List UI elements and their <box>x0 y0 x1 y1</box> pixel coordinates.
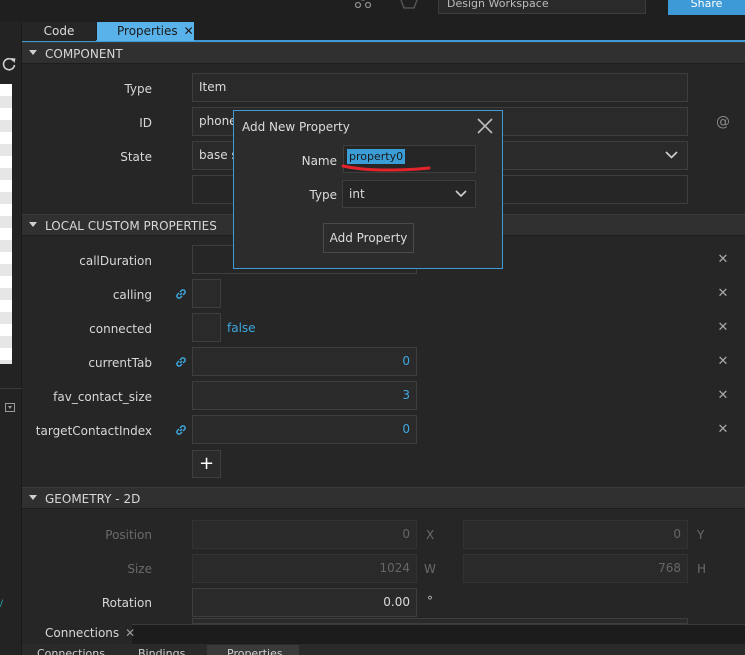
property-type-select[interactable]: int <box>342 180 476 208</box>
dialog-type-label: Type <box>309 188 337 202</box>
section-component[interactable]: COMPONENT <box>22 42 745 64</box>
position-x-field: 0 <box>192 520 417 549</box>
section-title: LOCAL CUSTOM PROPERTIES <box>45 219 217 233</box>
chevron-down-icon: ⌄ <box>622 0 634 4</box>
h-unit: H <box>697 562 707 576</box>
remove-property-icon[interactable]: ✕ <box>716 388 730 403</box>
remove-property-icon[interactable]: ✕ <box>716 320 730 335</box>
subtab-connections[interactable]: Connections <box>37 645 107 655</box>
size-label: Size <box>127 562 152 576</box>
dialog-name-label: Name <box>301 154 337 168</box>
state-label: State <box>120 150 152 164</box>
size-h-field: 768 <box>463 554 688 583</box>
remove-property-icon[interactable]: ✕ <box>716 422 730 437</box>
component-icon[interactable] <box>354 0 372 10</box>
position-label: Position <box>105 528 152 542</box>
position-y-field: 0 <box>463 520 688 549</box>
link-icon[interactable] <box>174 287 188 301</box>
link-icon[interactable] <box>174 355 188 369</box>
alias-at-icon[interactable]: @ <box>716 114 730 130</box>
add-property-button[interactable]: Add Property <box>323 223 414 253</box>
collapse-triangle-icon <box>29 495 37 500</box>
workspace-select[interactable]: Design Workspace <box>438 0 646 14</box>
link-icon[interactable] <box>174 423 188 437</box>
share-button[interactable]: Share <box>668 0 745 15</box>
chevron-down-icon <box>455 190 467 198</box>
tab-connections-label: Connections <box>45 626 120 640</box>
top-toolbar: Design Workspace ⌄ Share <box>0 0 745 22</box>
property-name-value: property0 <box>347 149 406 164</box>
section-title: GEOMETRY - 2D <box>45 492 141 506</box>
close-icon[interactable]: ✕ <box>184 24 194 38</box>
section-geometry-2d[interactable]: GEOMETRY - 2D <box>22 487 745 509</box>
prop-field-targetcontactindex[interactable]: 0 <box>192 415 417 444</box>
prop-field-fav-contact-size[interactable]: 3 <box>192 381 417 410</box>
remove-property-icon[interactable]: ✕ <box>716 286 730 301</box>
canvas-preview-strip <box>0 84 12 364</box>
prop-label-callduration: callDuration <box>79 254 152 268</box>
prop-label-calling: calling <box>112 288 152 302</box>
chevron-down-icon <box>665 151 678 159</box>
w-unit: W <box>424 562 436 576</box>
id-label: ID <box>139 116 152 130</box>
property-type-value: int <box>349 187 365 201</box>
shape-icon[interactable] <box>399 0 419 10</box>
collapse-triangle-icon <box>29 222 37 227</box>
add-new-property-dialog: Add New Property Name property0 Type int… <box>233 110 503 269</box>
close-icon[interactable] <box>475 116 495 136</box>
subtab-properties[interactable]: Properties <box>207 645 299 655</box>
remove-property-icon[interactable]: ✕ <box>716 354 730 369</box>
y-unit: Y <box>697 528 705 542</box>
tab-code[interactable]: Code <box>22 22 96 41</box>
type-field[interactable]: Item <box>192 73 688 102</box>
prop-label-currenttab: currentTab <box>88 356 152 370</box>
bottom-subtab-row <box>22 644 745 655</box>
degree-unit: ° <box>427 594 433 608</box>
dropdown-toggle-icon[interactable] <box>5 403 15 412</box>
prop-checkbox-connected[interactable] <box>192 313 221 342</box>
marker-icon: / <box>0 599 4 609</box>
prop-label-connected: connected <box>89 322 152 336</box>
x-unit: X <box>426 528 435 542</box>
rotation-field[interactable]: 0.00 <box>192 588 417 617</box>
type-label: Type <box>124 82 152 96</box>
add-property-button[interactable]: + <box>192 450 221 478</box>
section-title: COMPONENT <box>45 47 123 61</box>
collapse-triangle-icon <box>29 50 37 55</box>
prop-field-currenttab[interactable]: 0 <box>192 347 417 376</box>
close-icon[interactable]: ✕ <box>125 626 135 640</box>
rotation-label: Rotation <box>101 596 152 610</box>
refresh-icon[interactable] <box>1 56 17 72</box>
tab-connections[interactable]: Connections ✕ <box>22 624 135 644</box>
tab-properties-label: Properties <box>117 24 178 38</box>
remove-property-icon[interactable]: ✕ <box>716 252 730 267</box>
size-w-field: 1024 <box>192 554 417 583</box>
tab-properties[interactable]: Properties ✕ <box>97 22 194 41</box>
red-underline-annotation <box>341 164 431 172</box>
divider <box>0 388 22 389</box>
subtab-bindings[interactable]: Bindings <box>138 645 198 655</box>
prop-value-connected: false <box>227 321 256 335</box>
prop-label-fav-contact-size: fav_contact_size <box>53 390 152 404</box>
dialog-title: Add New Property <box>242 120 350 134</box>
prop-label-targetcontactindex: targetContactIndex <box>35 424 152 438</box>
prop-checkbox-calling[interactable] <box>192 279 221 308</box>
